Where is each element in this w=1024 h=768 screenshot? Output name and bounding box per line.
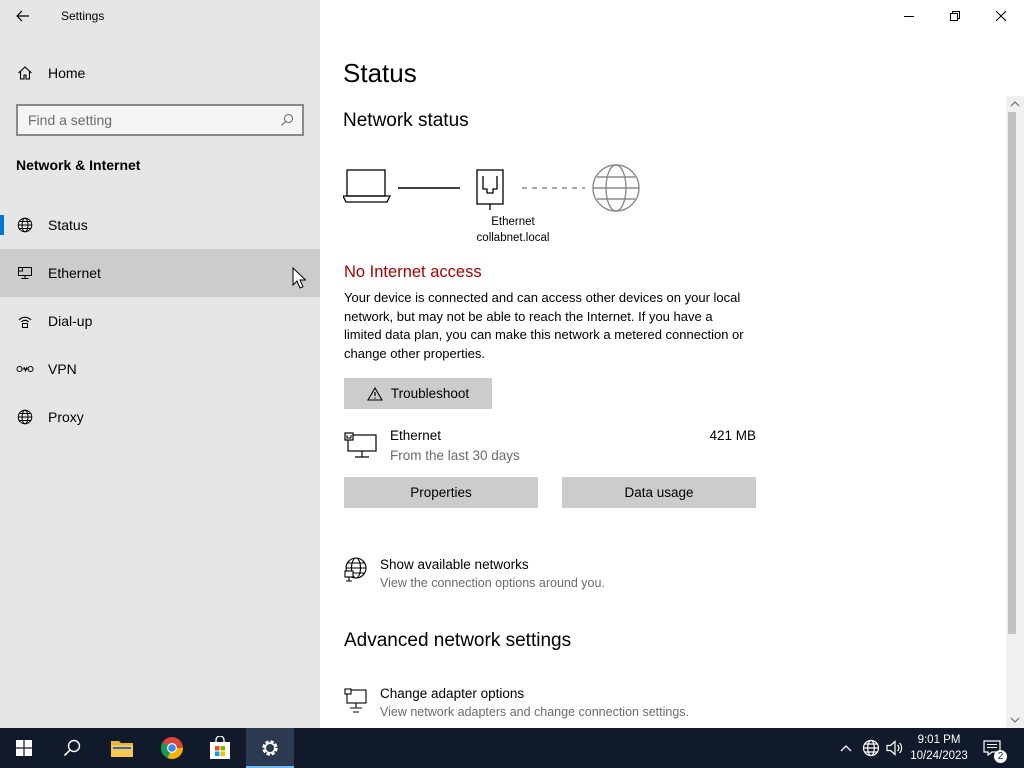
adapter-name: Ethernet: [491, 216, 535, 228]
start-button[interactable]: [0, 728, 48, 768]
scroll-down-arrow[interactable]: [1010, 715, 1020, 725]
title-bar: Settings: [0, 0, 320, 32]
network-status-heading: Network status: [343, 110, 469, 131]
sidebar-item-label: Dial-up: [48, 313, 93, 329]
sidebar-item-label: Ethernet: [48, 265, 101, 281]
advanced-network-settings-heading: Advanced network settings: [344, 630, 572, 651]
properties-button[interactable]: Properties: [344, 477, 538, 508]
sidebar-item-home[interactable]: Home: [0, 52, 320, 94]
chevron-down-icon: [1010, 717, 1020, 723]
laptop-icon: [343, 169, 392, 203]
dialup-icon: [0, 313, 48, 329]
sidebar-section-title: Network & Internet: [16, 157, 141, 173]
file-explorer-button[interactable]: [98, 728, 146, 768]
search-input[interactable]: [28, 112, 268, 128]
sidebar-item-dialup[interactable]: Dial-up: [0, 297, 320, 345]
network-globe-icon: [862, 739, 880, 757]
data-used: 421 MB: [709, 428, 756, 443]
network-name: collabnet.local: [476, 232, 550, 244]
show-available-networks-link[interactable]: Show available networks View the connect…: [344, 555, 764, 595]
back-button[interactable]: [0, 0, 46, 32]
main-content: Status Network status Ethernet collabnet…: [320, 0, 1024, 728]
search-icon[interactable]: [280, 113, 294, 127]
clock-date: 10/24/2023: [910, 750, 968, 762]
home-icon: [0, 65, 48, 81]
app-title: Settings: [61, 9, 105, 23]
change-adapter-options-subtitle: View network adapters and change connect…: [380, 705, 689, 719]
chevron-up-icon: [840, 745, 852, 752]
scroll-up-arrow[interactable]: [1010, 99, 1020, 109]
network-tray-button[interactable]: [861, 738, 881, 758]
network-diagram: Ethernet collabnet.local: [343, 162, 643, 246]
connection-usage-row: Ethernet From the last 30 days 421 MB: [344, 426, 756, 466]
show-available-networks-title: Show available networks: [380, 557, 529, 572]
sidebar-item-label: VPN: [48, 361, 77, 377]
diagram-caption: Ethernet collabnet.local: [453, 214, 573, 246]
ethernet-icon: [0, 265, 48, 281]
change-adapter-options-title: Change adapter options: [380, 686, 525, 701]
taskbar-search-button[interactable]: [48, 728, 96, 768]
taskbar-clock[interactable]: 9:01 PM 10/24/2023: [906, 732, 972, 764]
scroll-thumb[interactable]: [1008, 112, 1016, 634]
chevron-up-icon: [1010, 101, 1020, 107]
page-title: Status: [343, 58, 417, 88]
warning-icon: [366, 386, 383, 401]
folder-icon: [111, 741, 133, 757]
windows-logo-icon: [16, 740, 32, 756]
network-globe-icon: [344, 557, 367, 582]
troubleshoot-label: Troubleshoot: [390, 386, 470, 401]
taskbar: 9:01 PM 10/24/2023 2: [0, 728, 1024, 768]
sidebar-item-home-label: Home: [48, 65, 86, 81]
ethernet-adapter-icon: [344, 432, 377, 458]
ethernet-adapter-icon: [476, 169, 504, 210]
gear-icon: [262, 740, 278, 756]
search-box[interactable]: [16, 104, 304, 136]
sidebar-item-vpn[interactable]: VPN: [0, 345, 320, 393]
connection-status-description: Your device is connected and can access …: [344, 290, 744, 361]
microsoft-store-button[interactable]: [196, 728, 244, 768]
sidebar-item-status[interactable]: Status: [0, 201, 320, 249]
vpn-icon: [0, 363, 48, 375]
sidebar-item-proxy[interactable]: Proxy: [0, 393, 320, 441]
mouse-cursor-icon: [292, 267, 306, 289]
show-hidden-icons-button[interactable]: [836, 738, 856, 758]
usage-period: From the last 30 days: [390, 448, 520, 463]
vertical-scrollbar[interactable]: [1006, 96, 1024, 728]
internet-globe-icon: [592, 164, 640, 212]
store-icon: [210, 736, 230, 759]
show-available-networks-subtitle: View the connection options around you.: [380, 576, 605, 590]
sidebar: Settings Home Network & Internet Status …: [0, 0, 320, 728]
troubleshoot-button[interactable]: Troubleshoot: [344, 378, 492, 409]
chrome-button[interactable]: [148, 728, 196, 768]
sidebar-nav: Status Ethernet Dial-up VPN Proxy: [0, 201, 320, 441]
connection-status-alert: No Internet access: [344, 263, 482, 281]
globe-icon: [0, 409, 48, 425]
change-adapter-options-link[interactable]: Change adapter options View network adap…: [344, 684, 764, 724]
clock-time: 9:01 PM: [917, 734, 961, 746]
sidebar-item-label: Proxy: [48, 409, 84, 425]
sidebar-item-label: Status: [48, 217, 88, 233]
data-usage-button[interactable]: Data usage: [562, 477, 756, 508]
sidebar-item-ethernet[interactable]: Ethernet: [0, 249, 320, 297]
speaker-icon: [886, 740, 903, 756]
selected-indicator: [0, 215, 4, 235]
chrome-icon: [161, 737, 183, 759]
volume-tray-button[interactable]: [885, 738, 905, 758]
settings-app-button[interactable]: [246, 728, 294, 768]
notification-count-badge: 2: [994, 750, 1007, 763]
connection-name: Ethernet: [390, 428, 442, 443]
search-icon: [63, 739, 81, 757]
back-arrow-icon: [16, 10, 29, 22]
adapter-options-icon: [344, 688, 367, 713]
globe-icon: [0, 217, 48, 233]
